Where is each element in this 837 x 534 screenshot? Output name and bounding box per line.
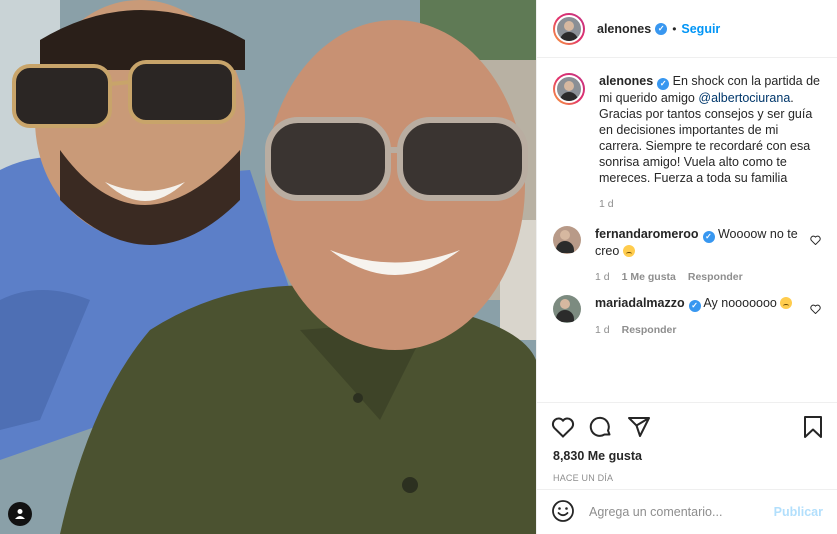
caption-meta: 1 d (599, 196, 821, 212)
heart-icon (810, 235, 821, 246)
verified-badge-icon: ✓ (655, 22, 668, 35)
sad-face-emoji (780, 297, 793, 309)
verified-badge-icon: ✓ (688, 300, 701, 312)
user-tag-icon (15, 509, 25, 519)
comment-item: mariadalmazzo ✓ Ay nooooooo 1 d Responder (553, 295, 821, 338)
comment-avatar[interactable] (553, 295, 581, 323)
comment-composer: Publicar (537, 489, 837, 534)
reply-button[interactable]: Responder (622, 322, 677, 338)
reply-button[interactable]: Responder (688, 269, 743, 285)
post-timestamp[interactable]: HACE UN DÍA (553, 473, 823, 483)
author-avatar[interactable] (553, 12, 585, 45)
comment-meta: 1 d 1 Me gusta Responder (595, 269, 799, 285)
bookmark-icon (804, 416, 822, 438)
action-bar (551, 413, 823, 441)
comment-button[interactable] (589, 415, 613, 439)
comment-avatar[interactable] (553, 226, 581, 254)
separator-dot: • (672, 21, 677, 36)
comment-username[interactable]: mariadalmazzo (595, 296, 685, 310)
paper-plane-icon (628, 417, 650, 437)
comment-item: fernandaromeroo ✓ Woooow no te creo 1 d 1… (553, 226, 821, 285)
post-header: alenones ✓ • Seguir (537, 0, 837, 58)
post-photo[interactable] (0, 0, 536, 534)
comment-likes[interactable]: 1 Me gusta (622, 269, 676, 285)
comments-list[interactable]: alenones ✓ En shock con la partida de mi … (537, 59, 837, 402)
comment-username[interactable]: fernandaromeroo (595, 227, 699, 241)
post-side-panel: alenones ✓ • Seguir alenones ✓ En shock c… (536, 0, 837, 534)
like-button[interactable] (551, 416, 575, 438)
caption-mention[interactable]: @albertociurana (698, 91, 790, 105)
comment-input[interactable] (589, 505, 774, 519)
post-actions: 8,830 Me gusta HACE UN DÍA (537, 402, 837, 483)
comment-icon (589, 416, 611, 437)
comment-text: Ay nooooooo (703, 296, 777, 310)
comment-age[interactable]: 1 d (595, 322, 610, 338)
likes-count[interactable]: 8,830 Me gusta (553, 449, 823, 463)
author-username[interactable]: alenones (597, 22, 651, 36)
caption-text-after: . Gracias por tantos consejos y ser guía… (599, 91, 813, 185)
verified-badge-icon: ✓ (657, 78, 670, 90)
heart-icon (810, 304, 821, 315)
verified-badge-icon: ✓ (702, 231, 715, 243)
comment-like-button[interactable] (810, 303, 821, 317)
photo-illustration (0, 0, 536, 534)
comment-meta: 1 d Responder (595, 322, 799, 338)
share-button[interactable] (627, 415, 651, 439)
caption-username[interactable]: alenones (599, 74, 653, 88)
caption-avatar[interactable] (553, 73, 585, 105)
user-tag-button[interactable] (8, 502, 32, 526)
comment-like-button[interactable] (810, 234, 821, 248)
emoji-picker-button[interactable] (551, 499, 575, 526)
caption-text: alenones ✓ En shock con la partida de mi … (599, 73, 821, 186)
smiley-icon (552, 499, 574, 522)
follow-button[interactable]: Seguir (681, 22, 720, 36)
sad-face-emoji (622, 245, 635, 257)
save-button[interactable] (803, 415, 823, 439)
heart-icon (551, 417, 575, 438)
caption-age[interactable]: 1 d (599, 196, 614, 212)
caption: alenones ✓ En shock con la partida de mi … (553, 73, 821, 212)
publish-button[interactable]: Publicar (774, 505, 823, 519)
comment-age[interactable]: 1 d (595, 269, 610, 285)
